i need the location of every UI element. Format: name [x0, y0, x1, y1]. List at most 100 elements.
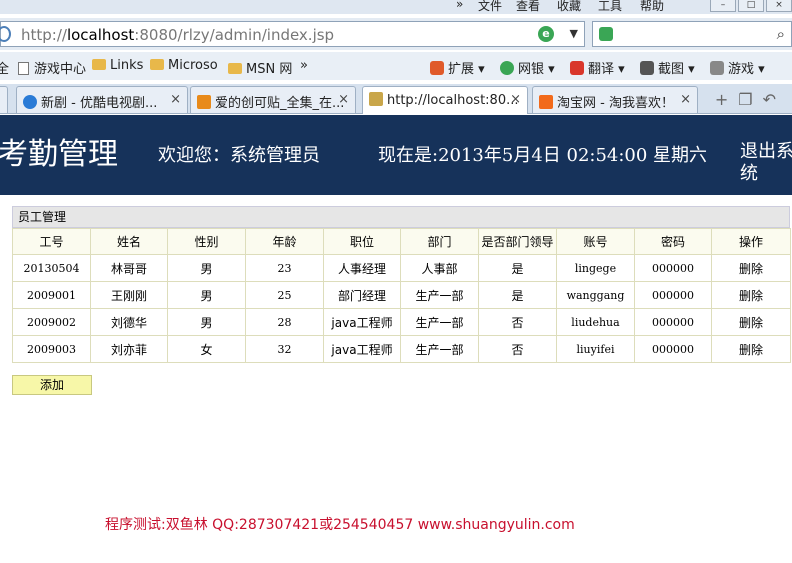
toolbar-screenshot[interactable]: 截图 ▾	[640, 58, 695, 77]
translate-icon	[570, 61, 584, 75]
minimize-button[interactable]: –	[710, 0, 736, 12]
search-box[interactable]: ⌕	[592, 21, 792, 47]
cell-account: liuyifei	[556, 335, 635, 363]
cell-department: 人事部	[400, 254, 479, 282]
undo-close-icon[interactable]: ↶	[763, 90, 786, 109]
footer-credit: 程序测试:双鱼林 QQ:287307421或254540457 www.shua…	[105, 517, 575, 533]
table-row: 2009001 王刚刚 男 25 部门经理 生产一部 是 wanggang 00…	[12, 281, 791, 309]
tab-localhost[interactable]: http://localhost:80... ×	[362, 86, 528, 114]
pma-icon	[369, 92, 383, 106]
menu-tools[interactable]: 工具	[598, 0, 622, 14]
column-header: 是否部门领导	[478, 228, 557, 255]
column-header: 账号	[556, 228, 635, 255]
table-row: 2009003 刘亦菲 女 32 java工程师 生产一部 否 liuyifei…	[12, 335, 791, 363]
menu-chevron[interactable]: »	[456, 0, 463, 11]
tab-soku[interactable]: 爱的创可贴_全集_在... ×	[190, 86, 356, 113]
search-engine-icon[interactable]	[599, 27, 613, 41]
favorite-item[interactable]: 全	[0, 58, 9, 77]
cell-id: 2009003	[12, 335, 91, 363]
ie-icon	[0, 26, 11, 42]
toolbar-banking[interactable]: 网银 ▾	[500, 58, 555, 77]
shield-icon	[500, 61, 514, 75]
column-header: 性别	[167, 228, 246, 255]
toolbar-translate[interactable]: 翻译 ▾	[570, 58, 625, 77]
delete-link[interactable]: 删除	[711, 281, 791, 309]
cell-id: 2009001	[12, 281, 91, 309]
close-icon[interactable]: ×	[170, 92, 181, 107]
add-button[interactable]: 添加	[12, 375, 92, 395]
favorite-item[interactable]: Links	[92, 58, 143, 73]
cell-password: 000000	[634, 254, 712, 282]
toolbar-games[interactable]: 游戏 ▾	[710, 58, 765, 77]
cell-name: 刘德华	[90, 308, 168, 336]
close-icon[interactable]: ×	[510, 92, 521, 107]
search-icon[interactable]: ⌕	[777, 25, 785, 43]
cell-password: 000000	[634, 281, 712, 309]
column-header: 年龄	[245, 228, 324, 255]
play-icon	[23, 95, 37, 109]
menu-view[interactable]: 查看	[516, 0, 540, 14]
employee-panel: 员工管理 工号 姓名 性别 年龄 职位 部门 是否部门领导 账号 密码 操作 2…	[12, 206, 791, 363]
cell-gender: 女	[167, 335, 246, 363]
favorite-item[interactable]: MSN 网	[228, 58, 292, 77]
compat-icon[interactable]: e	[538, 26, 554, 42]
cell-position: 部门经理	[323, 281, 401, 309]
favorite-item[interactable]: 游戏中心	[18, 58, 86, 77]
favorite-item[interactable]: Microso	[150, 58, 218, 73]
menu-file[interactable]: 文件	[478, 0, 502, 14]
address-url[interactable]: http://localhost:8080/rlzy/admin/index.j…	[21, 26, 334, 44]
tab-list-icon[interactable]: ❐	[738, 90, 762, 109]
cell-age: 25	[245, 281, 324, 309]
current-time: 现在是:2013年5月4日 02:54:00 星期六	[378, 145, 708, 166]
favorites-chevron[interactable]: »	[300, 58, 308, 73]
table-header-row: 工号 姓名 性别 年龄 职位 部门 是否部门领导 账号 密码 操作	[12, 228, 791, 255]
new-tab-icon[interactable]: +	[715, 90, 738, 109]
cell-is-leader: 是	[478, 281, 557, 309]
menu-help[interactable]: 帮助	[640, 0, 664, 14]
tab-overflow[interactable]	[0, 86, 8, 113]
cell-is-leader: 否	[478, 308, 557, 336]
close-icon[interactable]: ×	[680, 92, 691, 107]
cell-name: 刘亦菲	[90, 335, 168, 363]
system-title: 考勤管理	[0, 137, 118, 172]
delete-link[interactable]: 删除	[711, 308, 791, 336]
tab-youku[interactable]: 新剧 - 优酷电视剧... ×	[16, 86, 188, 113]
panel-title: 员工管理	[12, 206, 790, 228]
cell-id: 2009002	[12, 308, 91, 336]
cell-position: java工程师	[323, 335, 401, 363]
table-row: 20130504 林哥哥 男 23 人事经理 人事部 是 lingege 000…	[12, 254, 791, 282]
cell-department: 生产一部	[400, 281, 479, 309]
employee-table: 工号 姓名 性别 年龄 职位 部门 是否部门领导 账号 密码 操作 201305…	[12, 228, 791, 363]
menu-favorites[interactable]: 收藏	[557, 0, 581, 14]
cell-age: 28	[245, 308, 324, 336]
address-row: http://localhost:8080/rlzy/admin/index.j…	[0, 18, 792, 50]
scissors-icon	[640, 61, 654, 75]
cell-position: java工程师	[323, 308, 401, 336]
chevron-down-icon[interactable]: ▼	[570, 27, 578, 40]
cell-account: wanggang	[556, 281, 635, 309]
close-window-button[interactable]: ×	[766, 0, 792, 12]
cell-department: 生产一部	[400, 335, 479, 363]
gamepad-icon	[710, 61, 724, 75]
cell-is-leader: 否	[478, 335, 557, 363]
column-header: 姓名	[90, 228, 168, 255]
cell-name: 王刚刚	[90, 281, 168, 309]
folder-icon	[92, 59, 106, 70]
app-header: 考勤管理 欢迎您：系统管理员 现在是:2013年5月4日 02:54:00 星期…	[0, 115, 792, 195]
page-icon	[18, 62, 29, 75]
address-bar[interactable]: http://localhost:8080/rlzy/admin/index.j…	[0, 21, 585, 47]
logout-link[interactable]: 退出系统	[740, 141, 792, 185]
cell-gender: 男	[167, 308, 246, 336]
cell-gender: 男	[167, 254, 246, 282]
cell-age: 23	[245, 254, 324, 282]
toolbar-extensions[interactable]: 扩展 ▾	[430, 58, 485, 77]
maximize-button[interactable]: □	[738, 0, 764, 12]
delete-link[interactable]: 删除	[711, 254, 791, 282]
delete-link[interactable]: 删除	[711, 335, 791, 363]
folder-icon	[150, 59, 164, 70]
tab-taobao[interactable]: 淘宝网 - 淘我喜欢！ ×	[532, 86, 698, 113]
extensions-icon	[430, 61, 444, 75]
close-icon[interactable]: ×	[338, 92, 349, 107]
column-header: 操作	[711, 228, 791, 255]
cell-account: liudehua	[556, 308, 635, 336]
